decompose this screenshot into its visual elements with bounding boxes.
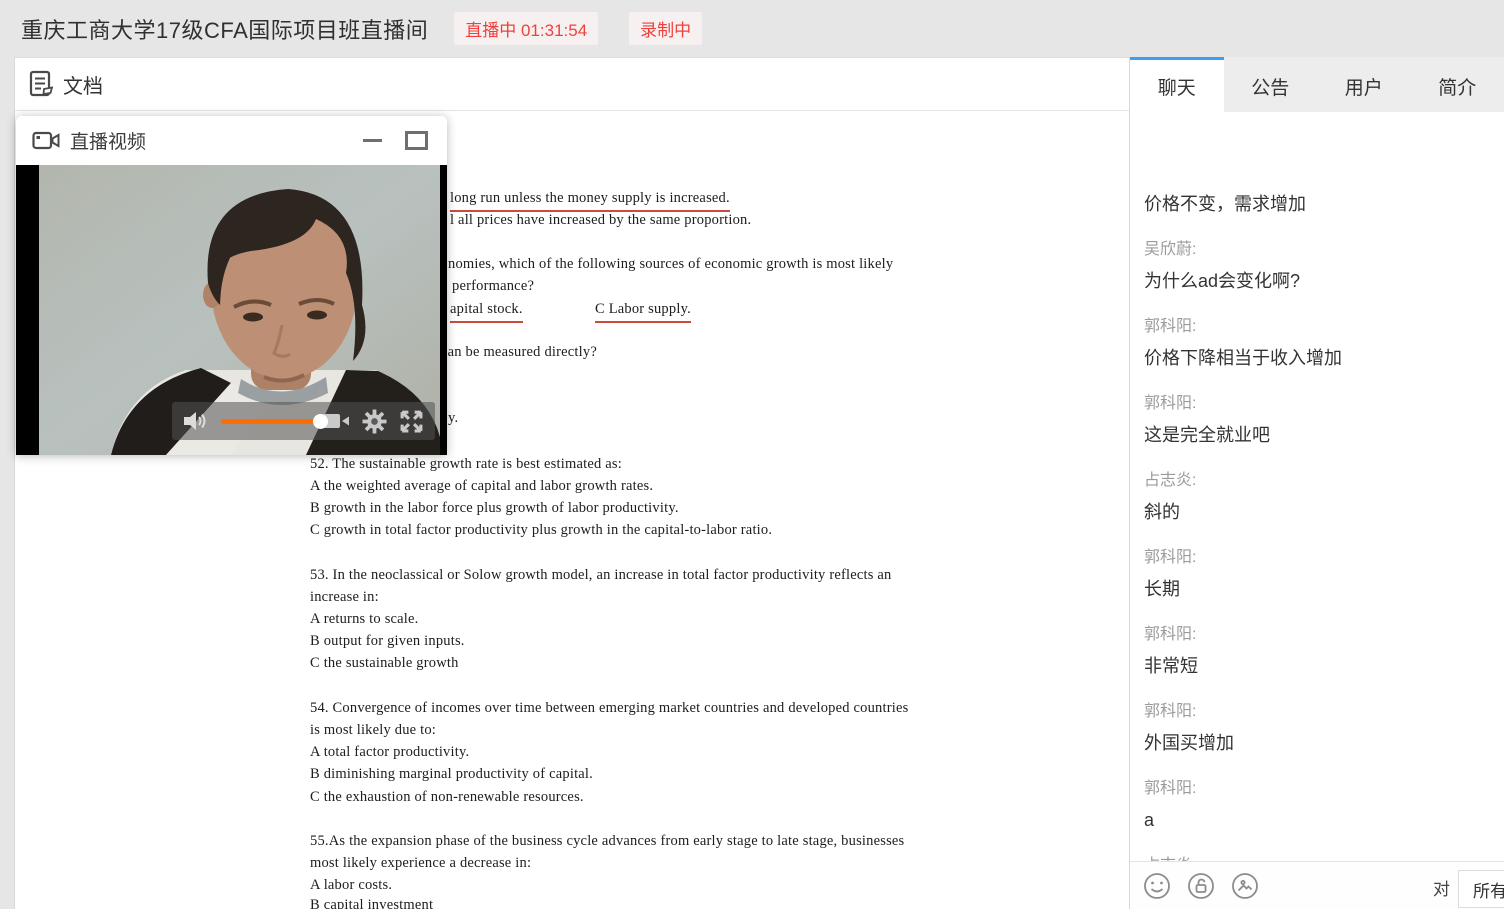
composer-icons xyxy=(1143,872,1259,900)
lock-icon[interactable] xyxy=(1187,872,1215,900)
video-window-title: 直播视频 xyxy=(70,127,357,154)
chat-composer: 对 所有 xyxy=(1130,861,1504,909)
chat-message-author: 占志炎: xyxy=(1144,470,1504,492)
chat-message-list[interactable]: 价格不变，需求增加 吴欣蔚: 为什么ad会变化啊? 郭科阳: 价格下降相当于收入… xyxy=(1130,169,1504,861)
chat-message-text: 长期 xyxy=(1144,577,1504,601)
chat-message-text: 斜的 xyxy=(1144,500,1504,524)
audience-select-value: 所有 xyxy=(1473,877,1504,902)
maximize-icon xyxy=(405,131,428,150)
send-to-label: 对 xyxy=(1433,875,1450,900)
volume-icon[interactable] xyxy=(183,410,209,432)
chat-message-author: 郭科阳: xyxy=(1144,547,1504,569)
chat-message-text: 非常短 xyxy=(1144,654,1504,678)
video-window-titlebar[interactable]: 直播视频 xyxy=(16,116,447,165)
live-classroom-app: 重庆工商大学17级CFA国际项目班直播间 直播中 01:31:54 录制中 文档… xyxy=(0,0,1504,909)
chat-message-author: 郭科阳: xyxy=(1144,778,1504,800)
chat-message: 郭科阳: 外国买增加 xyxy=(1144,701,1504,755)
settings-icon[interactable] xyxy=(362,409,387,434)
fullscreen-icon[interactable] xyxy=(399,409,424,434)
chat-message-text: a xyxy=(1144,808,1504,832)
volume-slider-knob[interactable] xyxy=(313,414,328,429)
chat-message-text: 外国买增加 xyxy=(1144,731,1504,755)
maximize-button[interactable] xyxy=(401,126,431,156)
sidebar-tab[interactable]: 聊天 xyxy=(1130,57,1224,112)
emoji-icon[interactable] xyxy=(1143,872,1171,900)
chat-message: 郭科阳: 长期 xyxy=(1144,547,1504,601)
sidebar-tab[interactable]: 简介 xyxy=(1411,57,1504,112)
chat-message-text: 价格下降相当于收入增加 xyxy=(1144,346,1504,370)
sidebar-tabs: 聊天 公告 用户 简介 xyxy=(1130,57,1504,112)
chat-message: 郭科阳: 这是完全就业吧 xyxy=(1144,393,1504,447)
chat-message: 郭科阳: 价格下降相当于收入增加 xyxy=(1144,316,1504,370)
sidebar-tab[interactable]: 用户 xyxy=(1317,57,1411,112)
minimize-button[interactable] xyxy=(357,126,387,156)
sidebar-tab[interactable]: 公告 xyxy=(1224,57,1318,112)
room-title: 重庆工商大学17级CFA国际项目班直播间 xyxy=(21,13,428,45)
chat-message-author: 郭科阳: xyxy=(1144,701,1504,723)
chat-message: 占志炎: 斜的 xyxy=(1144,470,1504,524)
chat-message-text: 价格不变，需求增加 xyxy=(1144,192,1504,216)
webcam-video[interactable] xyxy=(16,165,447,455)
top-bar: 重庆工商大学17级CFA国际项目班直播间 直播中 01:31:54 录制中 xyxy=(0,0,1504,57)
chat-message: 吴欣蔚: 为什么ad会变化啊? xyxy=(1144,239,1504,293)
video-controls-bar xyxy=(172,402,435,440)
sidebar: 聊天 公告 用户 简介 价格不变，需求增加 吴欣蔚: 为什么ad会变化啊? xyxy=(1130,57,1504,909)
audience-select[interactable]: 所有 xyxy=(1458,870,1504,908)
chat-message-text: 这是完全就业吧 xyxy=(1144,423,1504,447)
live-video-window[interactable]: 直播视频 xyxy=(16,116,447,455)
chat-message-text: 为什么ad会变化啊? xyxy=(1144,269,1504,293)
document-header-label: 文档 xyxy=(63,70,103,99)
chat-message-author: 郭科阳: xyxy=(1144,393,1504,415)
document-header: 文档 xyxy=(15,58,1129,111)
recording-status-badge: 录制中 xyxy=(629,12,702,45)
minimize-icon xyxy=(363,139,382,142)
chat-message: 郭科阳: 非常短 xyxy=(1144,624,1504,678)
video-camera-icon xyxy=(32,130,60,151)
live-status-badge: 直播中 01:31:54 xyxy=(454,12,598,45)
chat-message-author: 吴欣蔚: xyxy=(1144,239,1504,261)
document-icon xyxy=(28,70,54,98)
image-icon[interactable] xyxy=(1231,872,1259,900)
chat-message-author: 郭科阳: xyxy=(1144,624,1504,646)
volume-slider-track xyxy=(221,419,321,424)
chat-message: 价格不变，需求增加 xyxy=(1144,192,1504,216)
chat-message-author: 郭科阳: xyxy=(1144,316,1504,338)
volume-slider[interactable] xyxy=(221,414,311,428)
chat-message: 郭科阳: a xyxy=(1144,778,1504,832)
